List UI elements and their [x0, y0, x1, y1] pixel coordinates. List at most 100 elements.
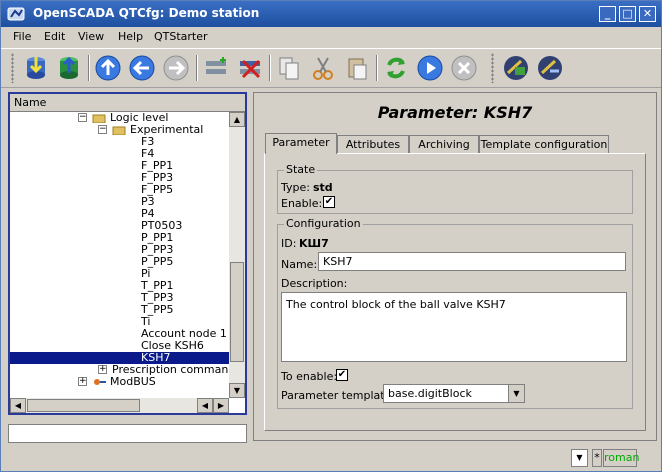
toolbar-separator — [269, 55, 271, 81]
toolbar-separator — [196, 55, 198, 81]
add-item-icon[interactable] — [201, 53, 231, 83]
title-bar: OpenSCADA QTCfg: Demo station _ □ ✕ — [1, 1, 661, 27]
tree-vertical-scrollbar[interactable]: ▲ ▼ — [229, 112, 245, 398]
delete-item-icon[interactable] — [235, 53, 265, 83]
navigation-tree-panel: Name − Logic level − Experimental F3 F4 F_PP1 F… — [8, 92, 247, 415]
module-tool-icon[interactable] — [501, 53, 531, 83]
tree-item-label: ModBUS — [110, 375, 156, 388]
tree-item[interactable]: T_PP3 — [10, 292, 229, 304]
toolbar-separator — [376, 55, 378, 81]
chevron-down-icon[interactable]: ▼ — [508, 385, 524, 402]
arrow-forward-icon[interactable] — [161, 53, 191, 83]
arrow-back-icon[interactable] — [127, 53, 157, 83]
menu-bar: File Edit View Help QTStarter — [1, 27, 661, 47]
tree-item[interactable]: P_PP5 — [10, 256, 229, 268]
status-bar: ▼ * roman — [1, 445, 661, 471]
expand-icon[interactable]: + — [98, 365, 107, 374]
menu-file[interactable]: File — [13, 30, 31, 43]
name-input[interactable]: KSH7 — [318, 252, 626, 271]
arrow-up-icon[interactable] — [93, 53, 123, 83]
copy-icon[interactable] — [274, 53, 304, 83]
vertical-scroll-thumb[interactable] — [230, 262, 244, 362]
refresh-icon[interactable] — [381, 53, 411, 83]
configuration-group: Configuration ID: KШ7 Name: KSH7 Descrip… — [277, 217, 633, 409]
modbus-icon — [94, 379, 106, 385]
tab-template-configuration[interactable]: Template configuration — [479, 135, 609, 153]
status-field[interactable] — [8, 424, 247, 443]
toolbar-grip[interactable] — [491, 53, 494, 83]
tree-item[interactable]: Pi — [10, 268, 229, 280]
tree-item[interactable]: T_PP1 — [10, 280, 229, 292]
window-title: OpenSCADA QTCfg: Demo station — [33, 6, 260, 20]
cut-icon[interactable] — [308, 53, 338, 83]
tree-item[interactable]: − Experimental — [10, 124, 229, 136]
minimize-button[interactable]: _ — [599, 6, 616, 22]
tree-item[interactable]: F_PP1 — [10, 160, 229, 172]
horizontal-scroll-thumb[interactable] — [27, 399, 140, 412]
modified-indicator: * — [592, 449, 602, 467]
tree-item[interactable]: T_PP5 — [10, 304, 229, 316]
description-textarea[interactable]: The control block of the ball valve KSH7 — [281, 292, 627, 362]
scroll-up-icon[interactable]: ▲ — [229, 112, 245, 127]
close-button[interactable]: ✕ — [639, 6, 656, 22]
chevron-down-icon[interactable]: ▼ — [571, 449, 588, 467]
tree-item[interactable]: Close KSH6 — [10, 340, 229, 352]
tree-item[interactable]: P4 — [10, 208, 229, 220]
tab-archiving[interactable]: Archiving — [409, 135, 479, 153]
tree-item[interactable]: PT0503 — [10, 220, 229, 232]
to-enable-checkbox[interactable]: ✔ — [336, 369, 348, 381]
tab-attributes[interactable]: Attributes — [337, 135, 409, 153]
db-save-icon[interactable] — [54, 53, 84, 83]
tab-content: State Type: std Enable: ✔ Configuration … — [264, 153, 646, 431]
scroll-left-icon[interactable]: ◀ — [197, 398, 213, 413]
to-enable-label: To enable: — [281, 370, 338, 383]
enable-checkbox[interactable]: ✔ — [323, 196, 335, 208]
name-label: Name: — [281, 258, 318, 271]
scroll-left-icon[interactable]: ◀ — [10, 398, 26, 413]
tab-parameter[interactable]: Parameter — [265, 133, 337, 154]
parameter-template-label: Parameter template: — [281, 389, 396, 402]
tree-item[interactable]: F4 — [10, 148, 229, 160]
expand-icon[interactable]: + — [78, 377, 87, 386]
collapse-icon[interactable]: − — [78, 113, 87, 122]
stop-icon[interactable] — [449, 53, 479, 83]
parameter-panel: Parameter: KSH7 Parameter Attributes Arc… — [253, 92, 657, 441]
page-title: Parameter: KSH7 — [377, 103, 533, 122]
menu-view[interactable]: View — [78, 30, 104, 43]
tree-item[interactable]: P_PP3 — [10, 244, 229, 256]
collapse-icon[interactable]: − — [98, 125, 107, 134]
keyboard-language[interactable]: roman — [603, 449, 639, 467]
tree-item[interactable]: + ModBUS — [10, 376, 229, 388]
db-load-icon[interactable] — [21, 53, 51, 83]
tree-item[interactable]: F_PP3 — [10, 172, 229, 184]
play-icon[interactable] — [415, 53, 445, 83]
toolbar-grip[interactable] — [11, 53, 14, 83]
parameter-template-select[interactable]: base.digitBlock ▼ — [383, 384, 525, 403]
tree-header-name[interactable]: Name — [10, 94, 245, 112]
module-config-icon[interactable] — [535, 53, 565, 83]
id-label: ID: — [281, 237, 297, 250]
paste-icon[interactable] — [342, 53, 372, 83]
tree-item[interactable]: F_PP5 — [10, 184, 229, 196]
menu-help[interactable]: Help — [118, 30, 143, 43]
scroll-down-icon[interactable]: ▼ — [229, 383, 245, 398]
navigation-tree[interactable]: − Logic level − Experimental F3 F4 F_PP1 F_PP3 F… — [10, 112, 229, 398]
parameter-template-value: base.digitBlock — [388, 387, 472, 400]
scroll-right-icon[interactable]: ▶ — [213, 398, 229, 413]
tree-item[interactable]: P_PP1 — [10, 232, 229, 244]
maximize-button[interactable]: □ — [619, 6, 636, 22]
type-value: std — [313, 181, 333, 194]
type-label: Type: — [281, 181, 310, 194]
openscada-app-icon — [7, 7, 25, 21]
tree-horizontal-scrollbar[interactable]: ◀ ◀ ▶ — [10, 398, 229, 413]
menu-qtstarter[interactable]: QTStarter — [154, 30, 208, 43]
configuration-group-label: Configuration — [284, 217, 363, 230]
tree-item[interactable]: P3 — [10, 196, 229, 208]
description-label: Description: — [281, 277, 348, 290]
menu-edit[interactable]: Edit — [44, 30, 65, 43]
tree-item[interactable]: F3 — [10, 136, 229, 148]
main-window: OpenSCADA QTCfg: Demo station _ □ ✕ File… — [0, 0, 662, 472]
folder-icon — [92, 114, 106, 123]
toolbar — [1, 48, 661, 88]
state-group-label: State — [284, 163, 318, 176]
